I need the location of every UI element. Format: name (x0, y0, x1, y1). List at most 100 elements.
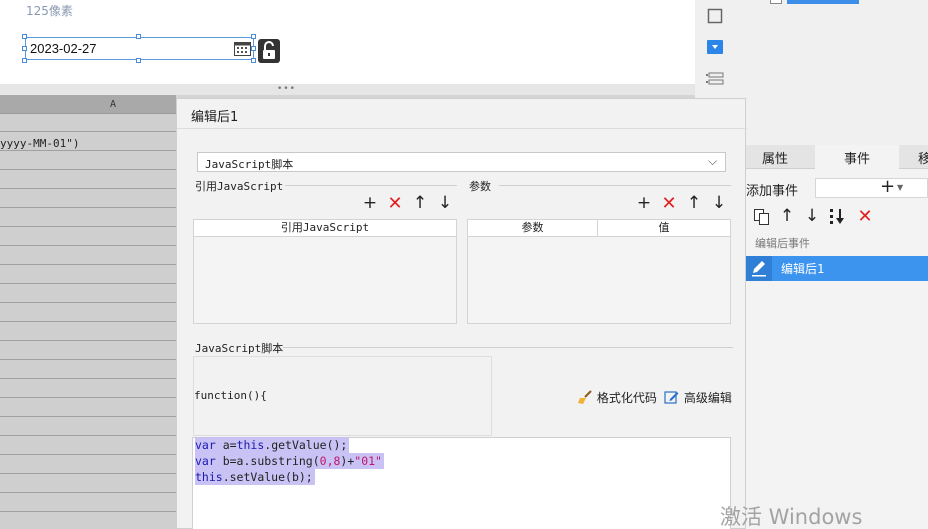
add-event-label: 添加事件 (746, 184, 799, 199)
spreadsheet[interactable] (0, 95, 176, 529)
code-line: this.setValue(b); (195, 469, 315, 485)
code-token: b=a.substring( (215, 454, 320, 468)
code-token: a= (215, 438, 237, 452)
selected-tree-item[interactable] (787, 0, 859, 4)
row-divider (0, 150, 176, 151)
ref-js-table[interactable]: 引用JavaScript (193, 219, 457, 324)
code-line: var a=this.getValue(); (195, 437, 350, 453)
canvas-resize-bar[interactable] (0, 84, 695, 95)
move-down-icon[interactable]: ↓ (436, 195, 454, 213)
divider (499, 185, 731, 186)
code-token: var (195, 454, 216, 468)
size-hint: 125像素 (26, 4, 73, 18)
copy-icon[interactable] (753, 208, 771, 226)
row-divider (0, 226, 176, 227)
row-divider (0, 492, 176, 493)
broom-icon (577, 390, 593, 404)
move-bottom-icon[interactable] (829, 208, 847, 226)
move-up-icon[interactable]: ↑ (685, 195, 703, 213)
row-divider (0, 264, 176, 265)
move-up-icon[interactable]: ↑ (778, 208, 796, 226)
code-line: var b=a.substring(0,8)+"01" (195, 453, 384, 469)
tree-checkbox-icon[interactable] (770, 0, 782, 4)
events-group-label: 编辑后事件 (755, 237, 810, 250)
add-icon[interactable]: + (361, 195, 379, 213)
row-divider (0, 416, 176, 417)
row-divider (0, 207, 176, 208)
unlock-icon (263, 41, 275, 59)
params-table[interactable]: 参数 值 (467, 219, 731, 324)
row-divider (0, 283, 176, 284)
format-code-label: 格式化代码 (596, 391, 657, 405)
value-column-header: 值 (658, 221, 670, 234)
calendar-icon[interactable] (234, 41, 251, 56)
code-token: "01" (354, 454, 382, 468)
dialog-title: 编辑后1 (191, 110, 239, 125)
ref-js-legend: 引用JavaScript (195, 180, 284, 193)
dropdown-widget-icon[interactable] (707, 40, 723, 54)
row-divider (0, 511, 176, 512)
resize-handle[interactable] (136, 34, 141, 39)
resize-handle[interactable] (22, 34, 27, 39)
resize-handle[interactable] (136, 58, 141, 63)
advanced-edit-button[interactable]: 高级编辑 (664, 389, 732, 406)
row-divider (0, 188, 176, 189)
event-editor-dialog: 编辑后1 JavaScript脚本 ⌵ 引用JavaScript + ✕ ↑ ↓… (176, 98, 747, 529)
tab-properties[interactable]: 属性 (762, 148, 788, 167)
code-token: this (236, 438, 265, 452)
function-header: function(){ (194, 389, 267, 402)
list-widget-icon[interactable] (706, 72, 724, 86)
script-type-select[interactable]: JavaScript脚本 ⌵ (197, 152, 726, 172)
add-icon[interactable]: + (635, 195, 653, 213)
row-divider (0, 397, 176, 398)
resize-handle[interactable] (251, 34, 256, 39)
divider (177, 128, 747, 129)
date-value: 2023-02-27 (30, 41, 97, 56)
move-down-icon[interactable]: ↓ (710, 195, 728, 213)
tab-events[interactable]: 事件 (844, 148, 870, 167)
resize-handle[interactable] (22, 58, 27, 63)
caret-down-icon: ▼ (897, 183, 904, 192)
divider (285, 185, 457, 186)
param-column-header: 参数 (468, 220, 598, 236)
date-widget[interactable]: 2023-02-27 (25, 37, 254, 60)
add-icon[interactable]: + (880, 176, 895, 197)
column-a-label: A (110, 99, 117, 110)
delete-icon[interactable]: ✕ (856, 208, 874, 226)
activation-watermark: 激活 Windows (720, 505, 863, 529)
frame-icon[interactable] (707, 8, 723, 24)
script-type-value: JavaScript脚本 (205, 158, 294, 171)
ref-js-column-header: 引用JavaScript (194, 220, 456, 237)
row-divider (0, 378, 176, 379)
row-divider (0, 435, 176, 436)
row-divider (0, 321, 176, 322)
code-token: .setValue(b); (222, 470, 313, 484)
params-header-row: 参数 值 (468, 220, 730, 237)
lock-button[interactable] (258, 39, 280, 63)
resize-handle[interactable] (251, 46, 256, 51)
chevron-down-icon: ⌵ (708, 154, 718, 168)
format-code-button[interactable]: 格式化代码 (577, 389, 657, 406)
delete-icon[interactable]: ✕ (386, 195, 404, 213)
event-item[interactable]: 编辑后1 (746, 256, 928, 281)
properties-panel (746, 145, 928, 529)
add-event-dropdown[interactable] (815, 178, 928, 198)
move-down-icon[interactable]: ↓ (803, 208, 821, 226)
row-divider (0, 340, 176, 341)
delete-icon[interactable]: ✕ (660, 195, 678, 213)
resize-handle[interactable] (251, 58, 256, 63)
column-header[interactable] (0, 95, 176, 114)
row-divider (0, 131, 176, 132)
tab-mobile[interactable]: 移 (918, 148, 928, 167)
code-token: this (195, 470, 223, 484)
code-token: 0,8 (319, 454, 341, 468)
code-editor[interactable]: var a=this.getValue(); var b=a.substring… (192, 437, 731, 529)
event-item-label: 编辑后1 (781, 262, 825, 276)
row-divider (0, 359, 176, 360)
move-up-icon[interactable]: ↑ (411, 195, 429, 213)
code-token: .getValue(); (264, 438, 348, 452)
divider (283, 347, 733, 348)
drag-dots-icon: ••• (277, 84, 296, 94)
resize-handle[interactable] (22, 46, 27, 51)
cell-formula-text[interactable]: yyyy-MM-01") (0, 137, 79, 150)
